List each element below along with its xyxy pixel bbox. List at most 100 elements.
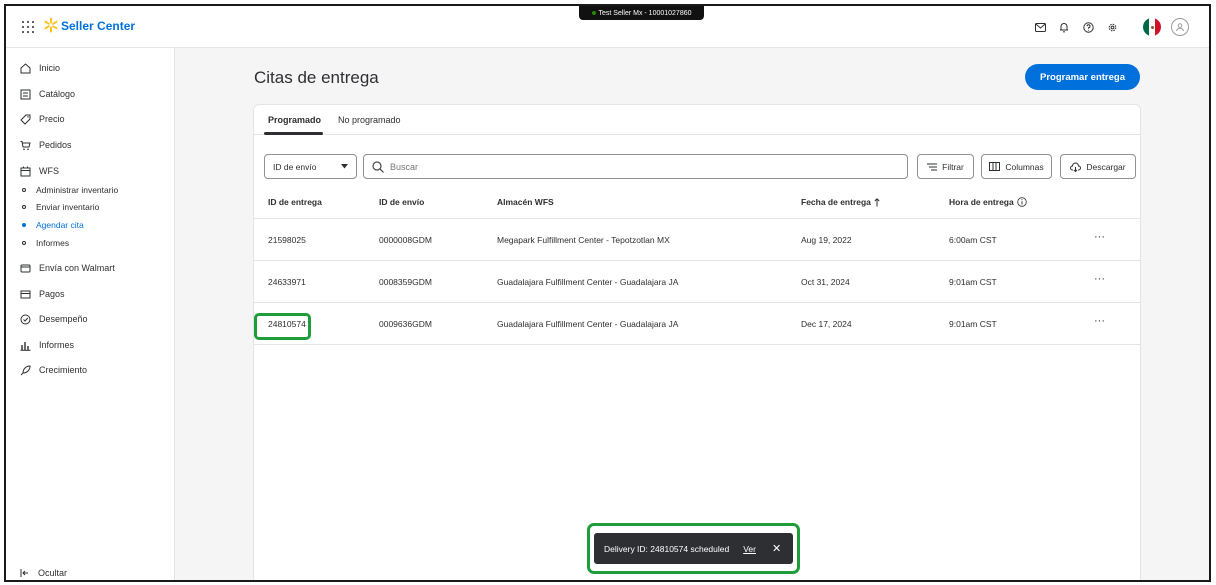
top-bar: Seller Center Test Seller Mx - 100010278… <box>6 6 1209 48</box>
sidebar-item-envia-con-walmart[interactable]: Envía con Walmart <box>20 260 115 276</box>
app-grid-icon[interactable] <box>22 21 34 33</box>
column-header-fecha-entrega[interactable]: Fecha de entrega <box>801 197 880 207</box>
caret-down-icon <box>341 164 348 169</box>
row-menu-button[interactable]: ··· <box>1094 315 1105 327</box>
search-input[interactable] <box>390 161 870 172</box>
columns-button-label: Columnas <box>1005 161 1044 172</box>
search-field-select[interactable]: ID de envío <box>264 154 357 179</box>
collapse-left-icon <box>20 569 28 577</box>
filter-button-label: Filtrar <box>942 161 964 172</box>
cell-hora: 6:00am CST <box>949 235 997 245</box>
help-icon[interactable] <box>1081 20 1095 34</box>
sidebar-subitem-label: Informes <box>36 238 70 248</box>
status-dot-icon <box>591 11 596 15</box>
sidebar-item-label: Catálogo <box>39 89 76 99</box>
cell-hora: 9:01am CST <box>949 277 997 287</box>
sidebar-subitem-enviar-inventario[interactable]: Enviar inventario <box>22 201 99 213</box>
columns-button[interactable]: Columnas <box>981 154 1052 179</box>
bullet-icon <box>22 205 26 209</box>
bar-chart-icon <box>20 341 31 351</box>
gear-icon[interactable] <box>1105 20 1119 34</box>
sidebar-subitem-agendar-cita[interactable]: Agendar cita <box>22 219 84 231</box>
cell-id-entrega: 24633971 <box>268 277 306 287</box>
sort-ascending-icon <box>874 197 880 206</box>
table-row[interactable]: 24810574 0009636GDM Guadalajara Fulfillm… <box>254 303 1140 345</box>
tag-icon <box>20 114 31 125</box>
bell-icon[interactable] <box>1057 20 1071 34</box>
sidebar-item-crecimiento[interactable]: Crecimiento <box>20 362 87 378</box>
cell-hora: 9:01am CST <box>949 319 997 329</box>
cloud-download-icon <box>1070 162 1082 172</box>
mexico-flag-icon[interactable] <box>1143 18 1161 36</box>
cart-icon <box>20 140 31 150</box>
column-header-hora-entrega[interactable]: Hora de entrega <box>949 197 1027 207</box>
tab-no-programado[interactable]: No programado <box>338 115 401 125</box>
seller-badge-label: Test Seller Mx - 10001027860 <box>598 9 692 17</box>
cell-almacen: Guadalajara Fulfillment Center - Guadala… <box>497 319 679 329</box>
sidebar-item-wfs[interactable]: WFS <box>20 163 59 179</box>
cell-almacen: Guadalajara Fulfillment Center - Guadala… <box>497 277 679 287</box>
column-header-id-entrega[interactable]: ID de entrega <box>268 197 322 207</box>
table-row[interactable]: 24633971 0008359GDM Guadalajara Fulfillm… <box>254 261 1140 303</box>
cell-id-entrega: 21598025 <box>268 235 306 245</box>
mail-icon[interactable] <box>1033 20 1047 34</box>
sidebar-subitem-label: Enviar inventario <box>36 202 100 212</box>
payments-icon <box>20 290 31 298</box>
filter-lines-icon <box>927 163 938 170</box>
filter-button[interactable]: Filtrar <box>917 154 974 179</box>
rocket-icon <box>20 364 31 375</box>
table-row[interactable]: 21598025 0000008GDM Megapark Fulfillment… <box>254 219 1140 261</box>
sidebar-item-pagos[interactable]: Pagos <box>20 286 65 302</box>
column-header-id-envio[interactable]: ID de envío <box>379 197 424 207</box>
sidebar-item-catalogo[interactable]: Catálogo <box>20 86 75 102</box>
cell-fecha: Aug 19, 2022 <box>801 235 852 245</box>
columns-icon <box>989 162 1001 171</box>
toast-notification: Delivery ID: 24810574 scheduled Ver ✕ <box>594 533 793 564</box>
bullet-icon <box>22 188 26 192</box>
bullet-icon <box>22 223 26 227</box>
sidebar-item-inicio[interactable]: Inicio <box>20 60 60 76</box>
sidebar-subitem-administrar-inventario[interactable]: Administrar inventario <box>22 184 118 196</box>
sidebar-item-pedidos[interactable]: Pedidos <box>20 137 72 153</box>
sidebar-item-label: Inicio <box>39 63 61 73</box>
sidebar-subitem-informes[interactable]: Informes <box>22 237 69 249</box>
sidebar-item-precio[interactable]: Precio <box>20 111 65 127</box>
sidebar: Inicio Catálogo Precio Pedidos WFS Admin… <box>6 48 175 580</box>
search-field-select-value: ID de envío <box>273 161 317 172</box>
toast-message: Delivery ID: 24810574 scheduled <box>604 543 730 554</box>
calendar-icon <box>20 166 31 176</box>
home-icon <box>20 62 31 73</box>
brand-name[interactable]: Seller Center <box>61 19 135 33</box>
sidebar-item-label: WFS <box>39 166 59 176</box>
hide-sidebar-label: Ocultar <box>38 568 68 578</box>
sidebar-item-desempeno[interactable]: Desempeño <box>20 311 88 327</box>
sidebar-item-label: Precio <box>39 114 65 124</box>
download-button[interactable]: Descargar <box>1060 154 1136 179</box>
sidebar-item-label: Desempeño <box>39 314 88 324</box>
schedule-delivery-button[interactable]: Programar entrega <box>1025 64 1140 90</box>
sidebar-item-label: Envía con Walmart <box>39 263 115 273</box>
appointments-card: Programado No programado ID de envío Fil… <box>253 104 1141 580</box>
toast-view-link[interactable]: Ver <box>743 544 756 554</box>
hide-sidebar-button[interactable]: Ocultar <box>20 568 67 578</box>
row-menu-button[interactable]: ··· <box>1094 273 1105 285</box>
close-icon[interactable]: ✕ <box>772 542 781 555</box>
avatar-icon[interactable] <box>1171 18 1189 36</box>
search-icon <box>372 160 384 173</box>
download-button-label: Descargar <box>1086 161 1126 172</box>
highlight-outline <box>254 313 311 340</box>
table-header: ID de entrega ID de envío Almacén WFS Fe… <box>254 185 1140 219</box>
tab-programado[interactable]: Programado <box>268 115 321 125</box>
column-header-almacen[interactable]: Almacén WFS <box>497 197 554 207</box>
catalog-icon <box>20 89 31 99</box>
header-actions <box>1033 18 1189 36</box>
info-icon[interactable] <box>1017 197 1027 207</box>
search-box <box>363 154 908 179</box>
cell-almacen: Megapark Fulfillment Center - Tepotzotla… <box>497 235 670 245</box>
sidebar-item-informes[interactable]: Informes <box>20 337 74 353</box>
row-menu-button[interactable]: ··· <box>1094 231 1105 243</box>
gauge-icon <box>20 314 31 324</box>
tab-bar: Programado No programado <box>254 105 1140 135</box>
sidebar-item-label: Pagos <box>39 289 65 299</box>
bullet-icon <box>22 241 26 245</box>
